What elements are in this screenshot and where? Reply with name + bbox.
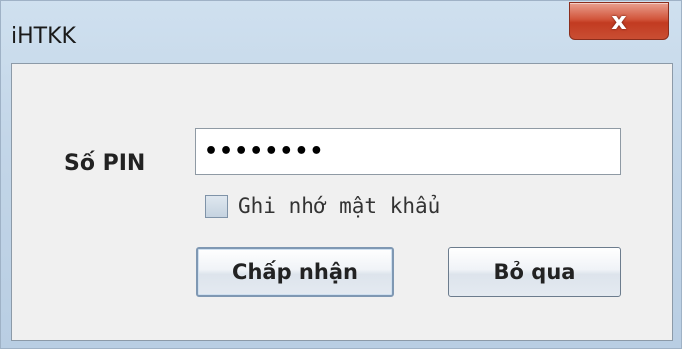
- pin-input[interactable]: ••••••••: [195, 128, 621, 175]
- pin-label: Số PIN: [64, 151, 146, 176]
- window-title: iHTKK: [11, 24, 76, 49]
- close-button[interactable]: x: [569, 2, 669, 40]
- remember-password-option[interactable]: Ghi nhớ mật khẩu: [205, 194, 440, 218]
- remember-password-label[interactable]: Ghi nhớ mật khẩu: [238, 194, 440, 218]
- remember-password-checkbox[interactable]: [205, 194, 228, 218]
- close-icon: x: [611, 7, 627, 35]
- skip-button[interactable]: Bỏ qua: [448, 247, 621, 297]
- login-dialog: iHTKK x Số PIN •••••••• Ghi nhớ mật khẩu…: [0, 0, 682, 349]
- title-bar[interactable]: iHTKK x: [1, 1, 681, 63]
- accept-button[interactable]: Chấp nhận: [196, 247, 394, 297]
- dialog-content: Số PIN •••••••• Ghi nhớ mật khẩu Chấp nh…: [11, 63, 673, 341]
